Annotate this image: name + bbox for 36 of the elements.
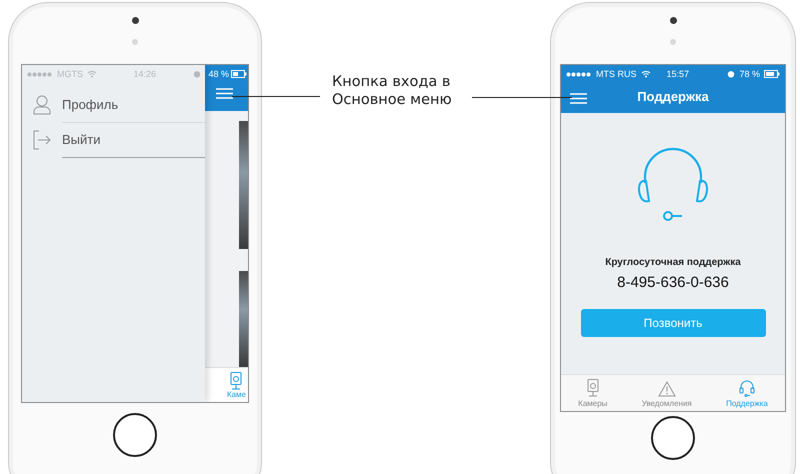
call-button[interactable]: Позвонить <box>580 309 766 337</box>
tab-item[interactable]: Камеры <box>578 375 608 411</box>
menu-icon <box>216 88 233 99</box>
speaker-dot <box>670 39 676 45</box>
battery-icon <box>231 70 248 78</box>
screen-title: Поддержка <box>636 89 710 104</box>
menu-button[interactable] <box>216 88 233 99</box>
phone-number: 8-495-636-0-636 <box>617 274 729 291</box>
tab-item[interactable]: Поддержка <box>726 375 768 411</box>
menu-icon <box>570 93 587 104</box>
menu-button[interactable] <box>570 93 587 104</box>
tab-item[interactable]: Уведомления <box>642 375 692 411</box>
logout-icon <box>33 130 51 150</box>
wifi-icon <box>87 70 97 78</box>
camera-dot <box>670 17 676 24</box>
camera-icon <box>230 372 242 390</box>
camera-icon <box>586 379 599 397</box>
carrier-name: MTS RUS <box>596 69 636 79</box>
support-heading: Круглосуточная поддержка <box>605 257 741 268</box>
carrier-name: MGTS <box>57 69 83 79</box>
callout-text: Кнопка входа в Основное меню <box>332 73 452 109</box>
status-time: 15:57 <box>666 69 690 79</box>
battery-percent: 48 % <box>208 69 230 79</box>
signal-icon <box>566 72 592 76</box>
wifi-icon <box>640 70 650 78</box>
home-button[interactable] <box>651 416 695 460</box>
user-icon <box>33 94 51 114</box>
battery-icon <box>764 70 780 78</box>
warning-icon <box>658 381 676 397</box>
status-time: 14:26 <box>133 69 156 79</box>
home-button[interactable] <box>113 413 157 457</box>
signal-icon <box>27 72 53 76</box>
battery-percent: 78 % <box>739 69 760 79</box>
camera-dot <box>132 17 138 24</box>
headset-icon <box>738 379 755 397</box>
speaker-dot <box>132 39 138 45</box>
